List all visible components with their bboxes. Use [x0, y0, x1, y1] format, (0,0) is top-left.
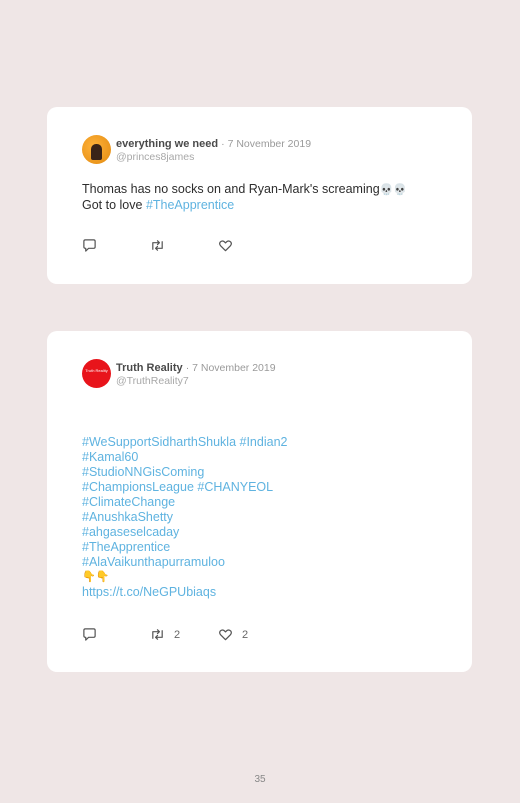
hashtag-link[interactable]: #TheApprentice — [82, 540, 287, 555]
user-handle[interactable]: @TruthReality7 — [116, 375, 276, 387]
hashtag-link[interactable]: #StudioNNGisComing — [82, 465, 287, 480]
hashtag-link[interactable]: #AlaVaikunthapurramuloo — [82, 555, 287, 570]
like-icon — [219, 240, 232, 252]
avatar[interactable]: Truth Reality — [82, 359, 111, 388]
like-button[interactable] — [218, 238, 286, 253]
pointing-down-emoji: 👇👇 — [82, 571, 110, 583]
tweet-header: everything we need · 7 November 2019 @pr… — [82, 135, 311, 164]
user-handle[interactable]: @princes8james — [116, 151, 311, 163]
reply-icon — [83, 239, 96, 252]
hashtag-link[interactable]: #WeSupportSidharthShukla #Indian2 — [82, 435, 287, 450]
author-info: Truth Reality · 7 November 2019 @TruthRe… — [116, 359, 276, 387]
hashtag-link[interactable]: #ChampionsLeague #CHANYEOL — [82, 480, 287, 495]
hashtag-link[interactable]: #Kamal60 — [82, 450, 287, 465]
tweet-link[interactable]: https://t.co/NeGPUbiaqs — [82, 585, 287, 600]
tweet-card: Truth Reality Truth Reality · 7 November… — [47, 331, 472, 672]
hashtag-link[interactable]: #ahgaseselcaday — [82, 525, 287, 540]
display-name[interactable]: everything we need — [116, 138, 218, 150]
like-icon — [219, 629, 232, 641]
tweet-text-line: Got to love — [82, 198, 146, 212]
tweet-card: everything we need · 7 November 2019 @pr… — [47, 107, 472, 284]
retweet-button[interactable] — [150, 238, 218, 253]
reply-icon — [83, 628, 96, 641]
avatar-logo-text: Truth Reality — [85, 368, 108, 373]
retweet-count: 2 — [174, 628, 181, 641]
retweet-button[interactable]: 2 — [150, 627, 218, 642]
retweet-icon — [152, 240, 163, 251]
like-button[interactable]: 2 — [218, 627, 286, 642]
tweet-actions: 2 2 — [82, 627, 286, 642]
page-number: 35 — [254, 774, 266, 785]
tweet-text: #WeSupportSidharthShukla #Indian2 #Kamal… — [82, 435, 287, 600]
tweet-date[interactable]: · 7 November 2019 — [186, 362, 276, 374]
tweet-header: Truth Reality Truth Reality · 7 November… — [82, 359, 276, 388]
author-info: everything we need · 7 November 2019 @pr… — [116, 135, 311, 163]
retweet-icon — [152, 629, 163, 640]
like-count: 2 — [242, 628, 249, 641]
reply-button[interactable] — [82, 627, 150, 642]
tweet-text-line: Thomas has no socks on and Ryan-Mark's s… — [82, 182, 380, 196]
tweet-actions — [82, 238, 286, 253]
reply-button[interactable] — [82, 238, 150, 253]
hashtag-link[interactable]: #TheApprentice — [146, 198, 234, 212]
avatar-figure — [91, 144, 102, 160]
display-name[interactable]: Truth Reality — [116, 362, 183, 374]
skull-emoji: 💀💀 — [379, 184, 408, 196]
hashtag-link[interactable]: #ClimateChange — [82, 495, 287, 510]
tweet-text: Thomas has no socks on and Ryan-Mark's s… — [82, 182, 407, 213]
avatar[interactable] — [82, 135, 111, 164]
hashtag-link[interactable]: #AnushkaShetty — [82, 510, 287, 525]
tweet-date[interactable]: · 7 November 2019 — [221, 138, 311, 150]
